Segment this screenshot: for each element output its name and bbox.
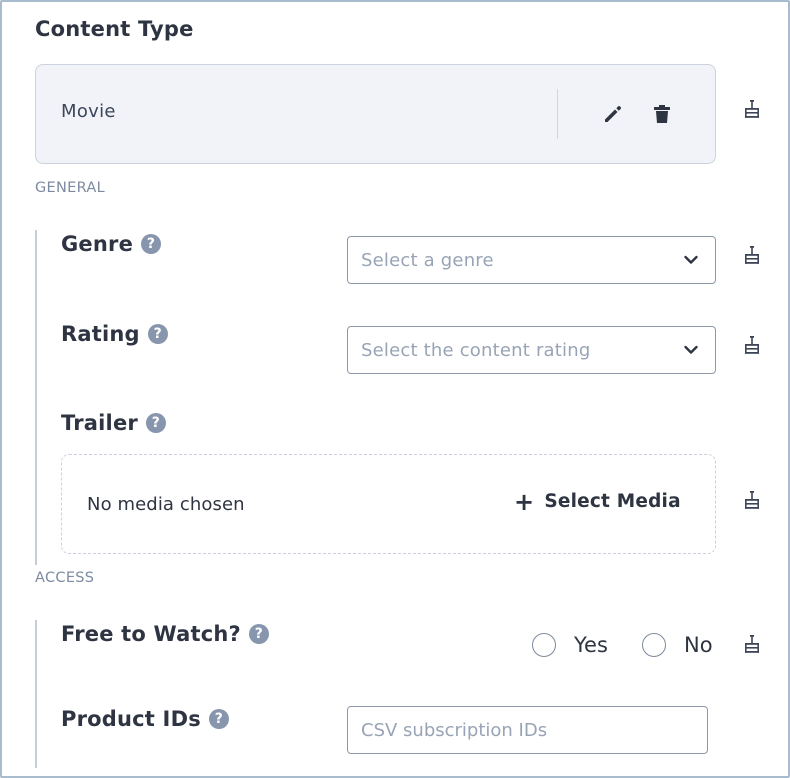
group-bar-access <box>35 620 37 768</box>
media-empty-text: No media chosen <box>87 494 245 515</box>
radio-no-label: No <box>684 633 713 657</box>
field-settings-icon[interactable] <box>742 98 762 122</box>
radio-yes[interactable]: Yes <box>532 633 608 657</box>
help-icon[interactable]: ? <box>145 413 166 433</box>
content-type-heading: Content Type <box>35 17 194 41</box>
genre-select-placeholder: Select a genre <box>361 249 494 271</box>
field-settings-icon[interactable] <box>742 244 762 268</box>
radio-yes-label: Yes <box>574 633 608 657</box>
product-ids-input[interactable] <box>347 706 708 754</box>
media-picker: No media chosen + Select Media <box>61 454 716 554</box>
chevron-down-icon <box>684 255 698 264</box>
divider <box>557 89 558 139</box>
radio-no[interactable]: No <box>642 633 713 657</box>
genre-label: Genre ? <box>61 232 162 256</box>
content-type-card: Movie <box>35 64 716 164</box>
trailer-label-text: Trailer <box>61 411 138 435</box>
form-panel: Content Type Movie GENERAL Genre ? Selec… <box>0 0 790 778</box>
trailer-label: Trailer ? <box>61 411 166 435</box>
help-icon[interactable]: ? <box>208 709 229 729</box>
field-settings-icon[interactable] <box>742 489 762 513</box>
chevron-down-icon <box>684 345 698 354</box>
radio-circle[interactable] <box>642 633 666 657</box>
radio-circle[interactable] <box>532 633 556 657</box>
genre-select[interactable]: Select a genre <box>347 236 716 284</box>
field-settings-icon[interactable] <box>742 334 762 358</box>
genre-label-text: Genre <box>61 232 134 256</box>
rating-select[interactable]: Select the content rating <box>347 326 716 374</box>
help-icon[interactable]: ? <box>147 324 168 344</box>
group-label-general: GENERAL <box>35 180 105 196</box>
help-icon[interactable]: ? <box>248 624 269 644</box>
select-media-button[interactable]: + Select Media <box>514 487 681 516</box>
trash-icon[interactable] <box>650 102 674 126</box>
field-settings-icon[interactable] <box>742 633 762 657</box>
free-to-watch-label: Free to Watch? ? <box>61 622 269 646</box>
rating-select-placeholder: Select the content rating <box>361 339 591 361</box>
group-label-access: ACCESS <box>35 570 95 586</box>
rating-label: Rating ? <box>61 322 168 346</box>
help-icon[interactable]: ? <box>141 234 162 254</box>
rating-label-text: Rating <box>61 322 140 346</box>
product-ids-label: Product IDs ? <box>61 707 229 731</box>
content-type-value: Movie <box>61 101 116 122</box>
group-bar-general <box>35 230 37 565</box>
edit-icon[interactable] <box>601 102 625 126</box>
product-ids-label-text: Product IDs <box>61 707 201 731</box>
plus-icon: + <box>514 487 535 516</box>
free-to-watch-label-text: Free to Watch? <box>61 622 241 646</box>
select-media-label: Select Media <box>544 491 681 512</box>
